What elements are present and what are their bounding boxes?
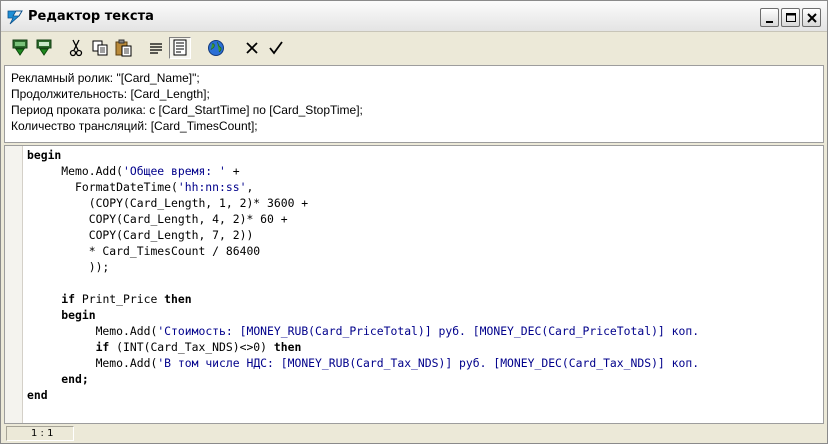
code-text: , — [246, 180, 254, 194]
cut-button[interactable] — [65, 37, 87, 59]
text-editor-window: Редактор текста Рекламный ролик: "[Card_… — [0, 0, 828, 444]
code-text: COPY(Card_Length, 4, 2)* 60 + — [27, 212, 288, 226]
code-text: * Card_TimesCount / 86400 — [27, 244, 261, 258]
paste-icon — [115, 39, 132, 57]
code-string: 'В том числе НДС: [MONEY_RUB(Card_Tax_ND… — [157, 356, 700, 370]
code-text: (INT(Card_Tax_NDS)<>0) — [109, 340, 274, 354]
code-text: + — [225, 164, 240, 178]
text-mode-icon — [150, 43, 162, 54]
code-keyword: then — [164, 292, 192, 306]
template-line: Рекламный ролик: "[Card_Name]"; — [11, 71, 200, 85]
template-line: Количество трансляций: [Card_TimesCount]… — [11, 119, 258, 133]
code-line: Memo.Add('Стоимость: [MONEY_RUB(Card_Pri… — [27, 323, 823, 339]
code-line: end; — [27, 371, 823, 387]
code-line: if (INT(Card_Tax_NDS)<>0) then — [27, 339, 823, 355]
paste-button[interactable] — [113, 37, 135, 59]
ok-button[interactable] — [265, 37, 287, 59]
code-string: 'Общее время: ' — [123, 164, 226, 178]
app-icon — [7, 10, 23, 25]
code-keyword: begin — [27, 148, 62, 162]
code-line: FormatDateTime('hh:nn:ss', — [27, 179, 823, 195]
window-title: Редактор текста — [28, 9, 154, 24]
copy-icon — [92, 40, 108, 56]
template-line: Период проката ролика: с [Card_StartTime… — [11, 103, 363, 117]
template-line: Продолжительность: [Card_Length]; — [11, 87, 210, 101]
code-line: Memo.Add('Общее время: ' + — [27, 163, 823, 179]
minimize-button[interactable] — [760, 8, 779, 27]
code-keyword: if — [61, 292, 76, 306]
script-editor[interactable]: begin Memo.Add('Общее время: ' + FormatD… — [4, 145, 824, 424]
code-text: COPY(Card_Length, 7, 2)) — [27, 228, 254, 242]
close-icon — [807, 13, 817, 23]
template-text-area[interactable]: Рекламный ролик: "[Card_Name]"; Продолжи… — [4, 65, 824, 143]
status-bar: 1 : 1 — [4, 426, 824, 441]
insert-field-alt-button[interactable] — [33, 37, 55, 59]
close-button[interactable] — [802, 8, 821, 27]
script-mode-button[interactable] — [169, 37, 191, 59]
code-text: )); — [27, 260, 110, 274]
code-text: Memo.Add( — [27, 324, 158, 338]
text-mode-button[interactable] — [145, 37, 167, 59]
code-line: COPY(Card_Length, 7, 2)) — [27, 227, 823, 243]
code-text: Memo.Add( — [27, 356, 158, 370]
code-line: end — [27, 387, 823, 403]
maximize-icon — [786, 13, 796, 22]
code-line: begin — [27, 307, 823, 323]
code-string: 'Стоимость: [MONEY_RUB(Card_PriceTotal)]… — [157, 324, 700, 338]
code-text: FormatDateTime( — [27, 180, 178, 194]
insert-field-icon — [12, 39, 28, 56]
cursor-position: 1 : 1 — [6, 426, 74, 441]
cancel-button[interactable] — [241, 37, 263, 59]
toolbar — [1, 33, 827, 62]
insert-field-button[interactable] — [9, 37, 31, 59]
code-keyword: if — [95, 340, 110, 354]
title-bar[interactable]: Редактор текста — [1, 1, 827, 32]
editor-gutter — [5, 146, 23, 423]
copy-button[interactable] — [89, 37, 111, 59]
script-mode-icon — [173, 39, 187, 56]
code-keyword: then — [273, 340, 302, 354]
code-text: Print_Price — [75, 292, 165, 306]
code-line: if Print_Price then — [27, 291, 823, 307]
insert-field-alt-icon — [36, 39, 52, 56]
minimize-icon — [766, 21, 773, 23]
code-text: Memo.Add( — [27, 164, 124, 178]
code-line: (COPY(Card_Length, 1, 2)* 3600 + — [27, 195, 823, 211]
code-area[interactable]: begin Memo.Add('Общее время: ' + FormatD… — [27, 147, 823, 403]
globe-icon — [208, 40, 224, 56]
cut-icon — [69, 39, 83, 57]
code-line: * Card_TimesCount / 86400 — [27, 243, 823, 259]
code-line: )); — [27, 259, 823, 275]
ok-icon — [269, 41, 283, 55]
code-keyword: end; — [61, 372, 89, 386]
code-text: (COPY(Card_Length, 1, 2)* 3600 + — [27, 196, 309, 210]
globe-button[interactable] — [205, 37, 227, 59]
code-keyword: end — [27, 388, 48, 402]
code-string: 'hh:nn:ss' — [177, 180, 247, 194]
code-line: Memo.Add('В том числе НДС: [MONEY_RUB(Ca… — [27, 355, 823, 371]
cancel-icon — [246, 42, 258, 54]
code-line: begin — [27, 147, 823, 163]
maximize-button[interactable] — [781, 8, 800, 27]
code-line: COPY(Card_Length, 4, 2)* 60 + — [27, 211, 823, 227]
code-keyword: begin — [61, 308, 96, 322]
